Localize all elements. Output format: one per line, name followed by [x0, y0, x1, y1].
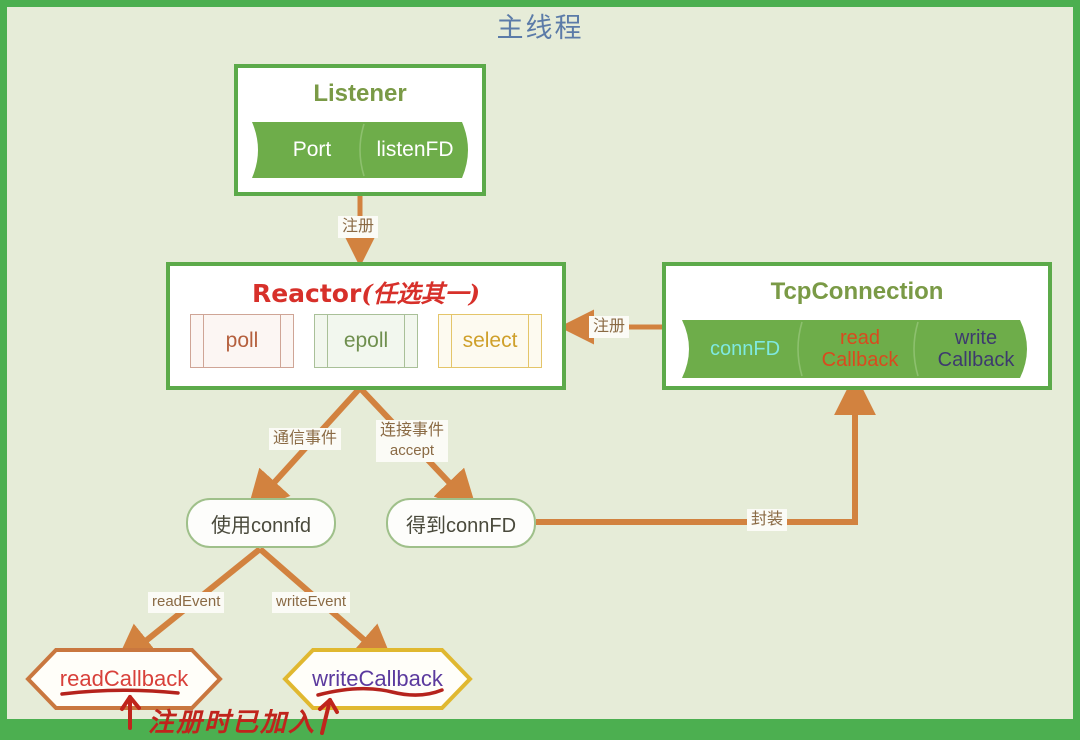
- poll-right-bar: [280, 315, 281, 367]
- tcpconnection-field-connfd: connFD: [690, 320, 800, 378]
- reactor-title: Reactor(任选其一): [170, 274, 562, 309]
- node-get-connfd-label: 得到connFD: [405, 514, 517, 537]
- page-title: 主线程: [496, 13, 584, 44]
- listener-ribbon: Port listenFD: [252, 122, 474, 178]
- epoll-left-bar: [327, 315, 328, 367]
- listener-field-port: Port: [262, 122, 362, 178]
- edge-label-reactor-to-get-connfd: 连接事件 accept: [376, 420, 449, 462]
- poll-left-bar: [203, 315, 204, 367]
- reactor-option-select-label: select: [462, 329, 518, 352]
- listener-field-listenfd-label: listenFD: [376, 138, 454, 162]
- select-right-bar: [528, 315, 529, 367]
- reactor-option-epoll[interactable]: epoll: [314, 314, 418, 368]
- listener-field-listenfd: listenFD: [364, 122, 466, 178]
- tcpconnection-field-readcallback: read Callback: [804, 320, 916, 378]
- edge-label-use-connfd-to-writecallback: writeEvent: [272, 592, 351, 613]
- reactor-title-main: Reactor: [251, 279, 362, 308]
- listener-title: Listener: [313, 80, 407, 107]
- edge-label-tcpconnection-to-reactor: 注册: [589, 316, 630, 338]
- tcpconnection-field-writecallback: write Callback: [920, 320, 1032, 378]
- node-use-connfd[interactable]: 使用connfd: [186, 498, 336, 548]
- tcpconnection-field-writecallback-label: write Callback: [937, 327, 1015, 371]
- writecallback-label: writeCallback: [312, 666, 443, 691]
- reactor-card[interactable]: Reactor(任选其一) poll epoll select: [166, 262, 566, 390]
- node-get-connfd[interactable]: 得到connFD: [386, 498, 536, 548]
- readcallback-label-box: readCallback: [28, 650, 220, 708]
- reactor-option-select[interactable]: select: [438, 314, 542, 368]
- reactor-title-note: (任选其一): [361, 279, 481, 308]
- tcpconnection-title: TcpConnection: [770, 278, 944, 305]
- node-use-connfd-label: 使用connfd: [210, 514, 312, 537]
- edge-label-get-connfd-to-tcpconnection: 封装: [747, 509, 788, 531]
- select-left-bar: [451, 315, 452, 367]
- tcpconnection-field-readcallback-label: read Callback: [821, 327, 899, 371]
- epoll-right-bar: [404, 315, 405, 367]
- listener-field-port-label: Port: [292, 138, 332, 162]
- tcpconnection-card[interactable]: TcpConnection connFD read Callback write C…: [662, 262, 1052, 390]
- listener-card[interactable]: Listener Port listenFD: [234, 64, 486, 196]
- tcpconnection-ribbon: connFD read Callback write Callback: [682, 320, 1034, 378]
- edge-label-use-connfd-to-readcallback: readEvent: [148, 592, 225, 613]
- writecallback-label-box: writeCallback: [285, 650, 470, 708]
- readcallback-node[interactable]: readCallback: [28, 650, 220, 708]
- reactor-option-poll[interactable]: poll: [190, 314, 294, 368]
- readcallback-label: readCallback: [59, 666, 189, 691]
- edge-label-reactor-to-use-connfd: 通信事件: [269, 428, 342, 450]
- tcpconnection-field-connfd-label: connFD: [709, 338, 781, 360]
- reactor-option-epoll-label: epoll: [343, 329, 389, 352]
- writecallback-node[interactable]: writeCallback: [285, 650, 470, 708]
- reactor-option-poll-label: poll: [225, 329, 259, 352]
- edge-label-listener-to-reactor: 注册: [338, 216, 379, 238]
- diagram-canvas: 主线程 Listener Port listenFD Reactor(任选其一)…: [0, 0, 1080, 740]
